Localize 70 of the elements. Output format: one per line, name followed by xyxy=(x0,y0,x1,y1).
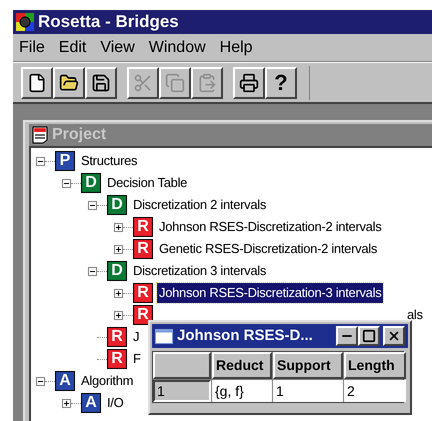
new-button[interactable] xyxy=(21,66,53,98)
menu-item[interactable]: Help xyxy=(218,36,255,60)
node-badge-icon: R xyxy=(107,327,127,347)
corner-cell xyxy=(153,352,211,379)
node-badge-icon: R xyxy=(133,305,153,325)
collapse-icon[interactable] xyxy=(88,200,97,210)
document-icon xyxy=(32,126,48,144)
node-badge-icon: R xyxy=(133,283,153,303)
tree-item[interactable]: Johnson RSES-Discretization-2 intervals xyxy=(157,217,384,237)
open-icon xyxy=(59,72,79,92)
menu-item[interactable]: Edit xyxy=(56,36,88,60)
node-badge-icon: A xyxy=(55,371,75,391)
node-badge-icon: P xyxy=(55,151,75,171)
expand-icon[interactable] xyxy=(114,288,123,298)
table-cell: 1 xyxy=(273,380,343,402)
row-header[interactable]: 1 xyxy=(153,380,211,402)
tree-item[interactable]: als xyxy=(405,305,425,325)
maximize-button[interactable] xyxy=(358,326,380,346)
node-badge-icon: R xyxy=(107,349,127,369)
collapse-icon[interactable] xyxy=(36,156,45,166)
collapse-icon[interactable] xyxy=(36,376,45,386)
print-button[interactable] xyxy=(233,66,265,98)
collapse-icon[interactable] xyxy=(88,266,97,276)
tree-item[interactable]: Decision Table xyxy=(105,173,190,193)
tree-item[interactable]: Discretization 3 intervals xyxy=(131,261,268,281)
expand-icon[interactable] xyxy=(114,244,123,254)
collapse-icon[interactable] xyxy=(62,178,71,188)
node-badge-icon: D xyxy=(81,173,101,193)
menu-item[interactable]: Window xyxy=(146,36,208,60)
expand-icon[interactable] xyxy=(62,398,71,408)
app-icon xyxy=(16,13,34,31)
tree-item[interactable]: Discretization 2 intervals xyxy=(131,195,268,215)
expand-icon[interactable] xyxy=(114,310,123,320)
new-icon xyxy=(27,72,47,92)
menu-item[interactable]: File xyxy=(17,36,47,60)
tree-item[interactable]: Algorithm xyxy=(79,371,136,391)
column-header[interactable]: Length xyxy=(344,352,406,379)
copy-icon xyxy=(165,72,185,92)
cut-icon xyxy=(133,72,153,92)
project-title: Project xyxy=(52,125,106,145)
save-icon xyxy=(91,72,111,92)
open-button[interactable] xyxy=(53,66,85,98)
tree-item[interactable]: Johnson RSES-Discretization-3 intervals xyxy=(157,283,384,303)
node-badge-icon: R xyxy=(133,239,153,259)
window-title: Rosetta - Bridges xyxy=(38,11,179,34)
expand-icon[interactable] xyxy=(114,222,123,232)
window-icon xyxy=(155,328,173,344)
tree-item[interactable]: F xyxy=(131,349,143,369)
tree-item[interactable]: I/O xyxy=(105,393,126,413)
menu-item[interactable]: View xyxy=(98,36,137,60)
column-header[interactable]: Support xyxy=(273,352,343,379)
tree-item[interactable]: Genetic RSES-Discretization-2 intervals xyxy=(157,239,380,259)
minimize-button[interactable] xyxy=(336,326,358,346)
column-header[interactable]: Reduct xyxy=(212,352,272,379)
window-title: Johnson RSES-D... xyxy=(177,326,313,346)
node-badge-icon: D xyxy=(107,261,127,281)
tree-item[interactable]: J xyxy=(131,327,142,347)
node-badge-icon: D xyxy=(107,195,127,215)
print-icon xyxy=(239,72,259,92)
help-button[interactable]: ? xyxy=(265,66,297,98)
node-badge-icon: A xyxy=(81,393,101,413)
maximize-icon xyxy=(362,329,376,343)
save-button[interactable] xyxy=(85,66,117,98)
table-cell: 2 xyxy=(344,380,406,402)
close-icon xyxy=(387,329,401,343)
table-cell: {g, f} xyxy=(212,380,272,402)
paste-icon xyxy=(197,72,217,92)
tree-item[interactable]: Structures xyxy=(79,151,140,171)
node-badge-icon: R xyxy=(133,217,153,237)
close-button[interactable] xyxy=(383,326,405,346)
